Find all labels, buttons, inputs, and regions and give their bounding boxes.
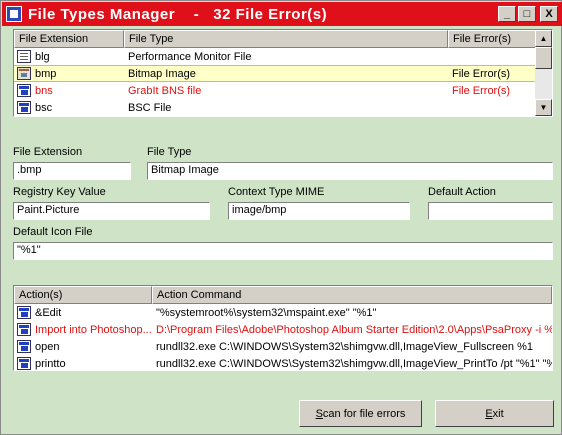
column-header-file-extension[interactable]: File Extension <box>14 30 124 48</box>
file-types-rows: blg Performance Monitor File bmp Bitmap … <box>14 48 537 116</box>
scan-button-label: can for file errors <box>322 407 406 420</box>
table-row[interactable]: bsc BSC File <box>14 99 537 116</box>
window-title: File Types Manager - 32 File Error(s) <box>28 5 328 23</box>
scan-for-file-errors-button[interactable]: Scan for file errors <box>299 400 422 427</box>
file-types-table: File Extension File Type File Error(s) b… <box>13 29 553 117</box>
file-extension-cell: bsc <box>35 101 53 114</box>
main-window: File Types Manager - 32 File Error(s) _ … <box>0 0 562 435</box>
table-row[interactable]: open rundll32.exe C:\WINDOWS\System32\sh… <box>14 338 552 355</box>
file-type-cell: GrabIt BNS file <box>128 84 202 97</box>
action-icon <box>17 323 31 336</box>
document-icon <box>17 50 31 63</box>
actions-table: Action(s) Action Command &Edit "%systemr… <box>13 285 553 371</box>
column-header-file-type[interactable]: File Type <box>124 30 448 48</box>
file-extension-field[interactable]: .bmp <box>13 162 131 180</box>
registry-key-label: Registry Key Value <box>13 186 106 198</box>
scroll-down-arrow-icon[interactable]: ▼ <box>535 99 552 116</box>
table-row[interactable]: printto rundll32.exe C:\WINDOWS\System32… <box>14 355 552 370</box>
file-extension-cell: bmp <box>35 67 57 80</box>
file-type-label: File Type <box>147 146 192 158</box>
action-command-cell: D:\Program Files\Adobe\Photoshop Album S… <box>156 323 552 336</box>
actions-rows: &Edit "%systemroot%\system32\mspaint.exe… <box>14 304 552 370</box>
exit-button-label: xit <box>492 407 504 420</box>
application-icon <box>17 84 31 97</box>
application-icon <box>17 101 31 114</box>
action-command-cell: rundll32.exe C:\WINDOWS\System32\shimgvw… <box>156 357 552 370</box>
scroll-up-arrow-icon[interactable]: ▲ <box>535 30 552 47</box>
table-row[interactable]: blg Performance Monitor File <box>14 48 537 65</box>
image-file-icon <box>17 67 31 80</box>
app-icon <box>6 6 22 22</box>
default-action-label: Default Action <box>428 186 496 198</box>
file-type-cell: BSC File <box>128 101 172 114</box>
file-type-cell: Performance Monitor File <box>128 50 252 63</box>
action-icon <box>17 306 31 319</box>
file-extension-cell: bns <box>35 84 53 97</box>
scan-button-accelerator: S <box>315 407 323 420</box>
action-name-cell: open <box>35 340 60 353</box>
exit-button-accelerator: E <box>485 407 493 420</box>
action-command-cell: rundll32.exe C:\WINDOWS\System32\shimgvw… <box>156 340 533 353</box>
column-header-file-errors[interactable]: File Error(s) <box>448 30 537 48</box>
table-row[interactable]: Import into Photoshop... D:\Program File… <box>14 321 552 338</box>
default-icon-field[interactable]: "%1" <box>13 242 553 260</box>
column-header-actions[interactable]: Action(s) <box>14 286 152 304</box>
table-row[interactable]: bns GrabIt BNS file File Error(s) <box>14 82 537 99</box>
scroll-thumb[interactable] <box>535 47 552 69</box>
close-button[interactable]: X <box>540 6 558 22</box>
mime-field[interactable]: image/bmp <box>228 202 410 220</box>
file-types-header: File Extension File Type File Error(s) <box>14 30 537 48</box>
action-name-cell: printto <box>35 357 66 370</box>
file-types-scrollbar[interactable]: ▲ ▼ <box>535 30 552 116</box>
table-row[interactable]: &Edit "%systemroot%\system32\mspaint.exe… <box>14 304 552 321</box>
table-row[interactable]: bmp Bitmap Image File Error(s) <box>14 65 537 82</box>
default-icon-label: Default Icon File <box>13 226 93 238</box>
file-error-cell: File Error(s) <box>452 67 511 80</box>
registry-key-field[interactable]: Paint.Picture <box>13 202 210 220</box>
mime-label: Context Type MIME <box>228 186 325 198</box>
column-header-action-command[interactable]: Action Command <box>152 286 552 304</box>
action-icon <box>17 357 31 370</box>
title-bar[interactable]: File Types Manager - 32 File Error(s) _ … <box>2 2 562 26</box>
file-type-cell: Bitmap Image <box>128 67 196 80</box>
file-extension-label: File Extension <box>13 146 83 158</box>
window-controls: _ □ X <box>498 6 558 22</box>
file-type-field[interactable]: Bitmap Image <box>147 162 553 180</box>
maximize-button[interactable]: □ <box>518 6 536 22</box>
action-command-cell: "%systemroot%\system32\mspaint.exe" "%1" <box>156 306 377 319</box>
minimize-button[interactable]: _ <box>498 6 516 22</box>
exit-button[interactable]: Exit <box>435 400 554 427</box>
actions-header: Action(s) Action Command <box>14 286 552 304</box>
file-extension-cell: blg <box>35 50 50 63</box>
file-error-cell: File Error(s) <box>452 84 511 97</box>
action-icon <box>17 340 31 353</box>
default-action-field[interactable] <box>428 202 553 220</box>
action-name-cell: &Edit <box>35 306 62 319</box>
action-name-cell: Import into Photoshop... <box>35 323 152 336</box>
